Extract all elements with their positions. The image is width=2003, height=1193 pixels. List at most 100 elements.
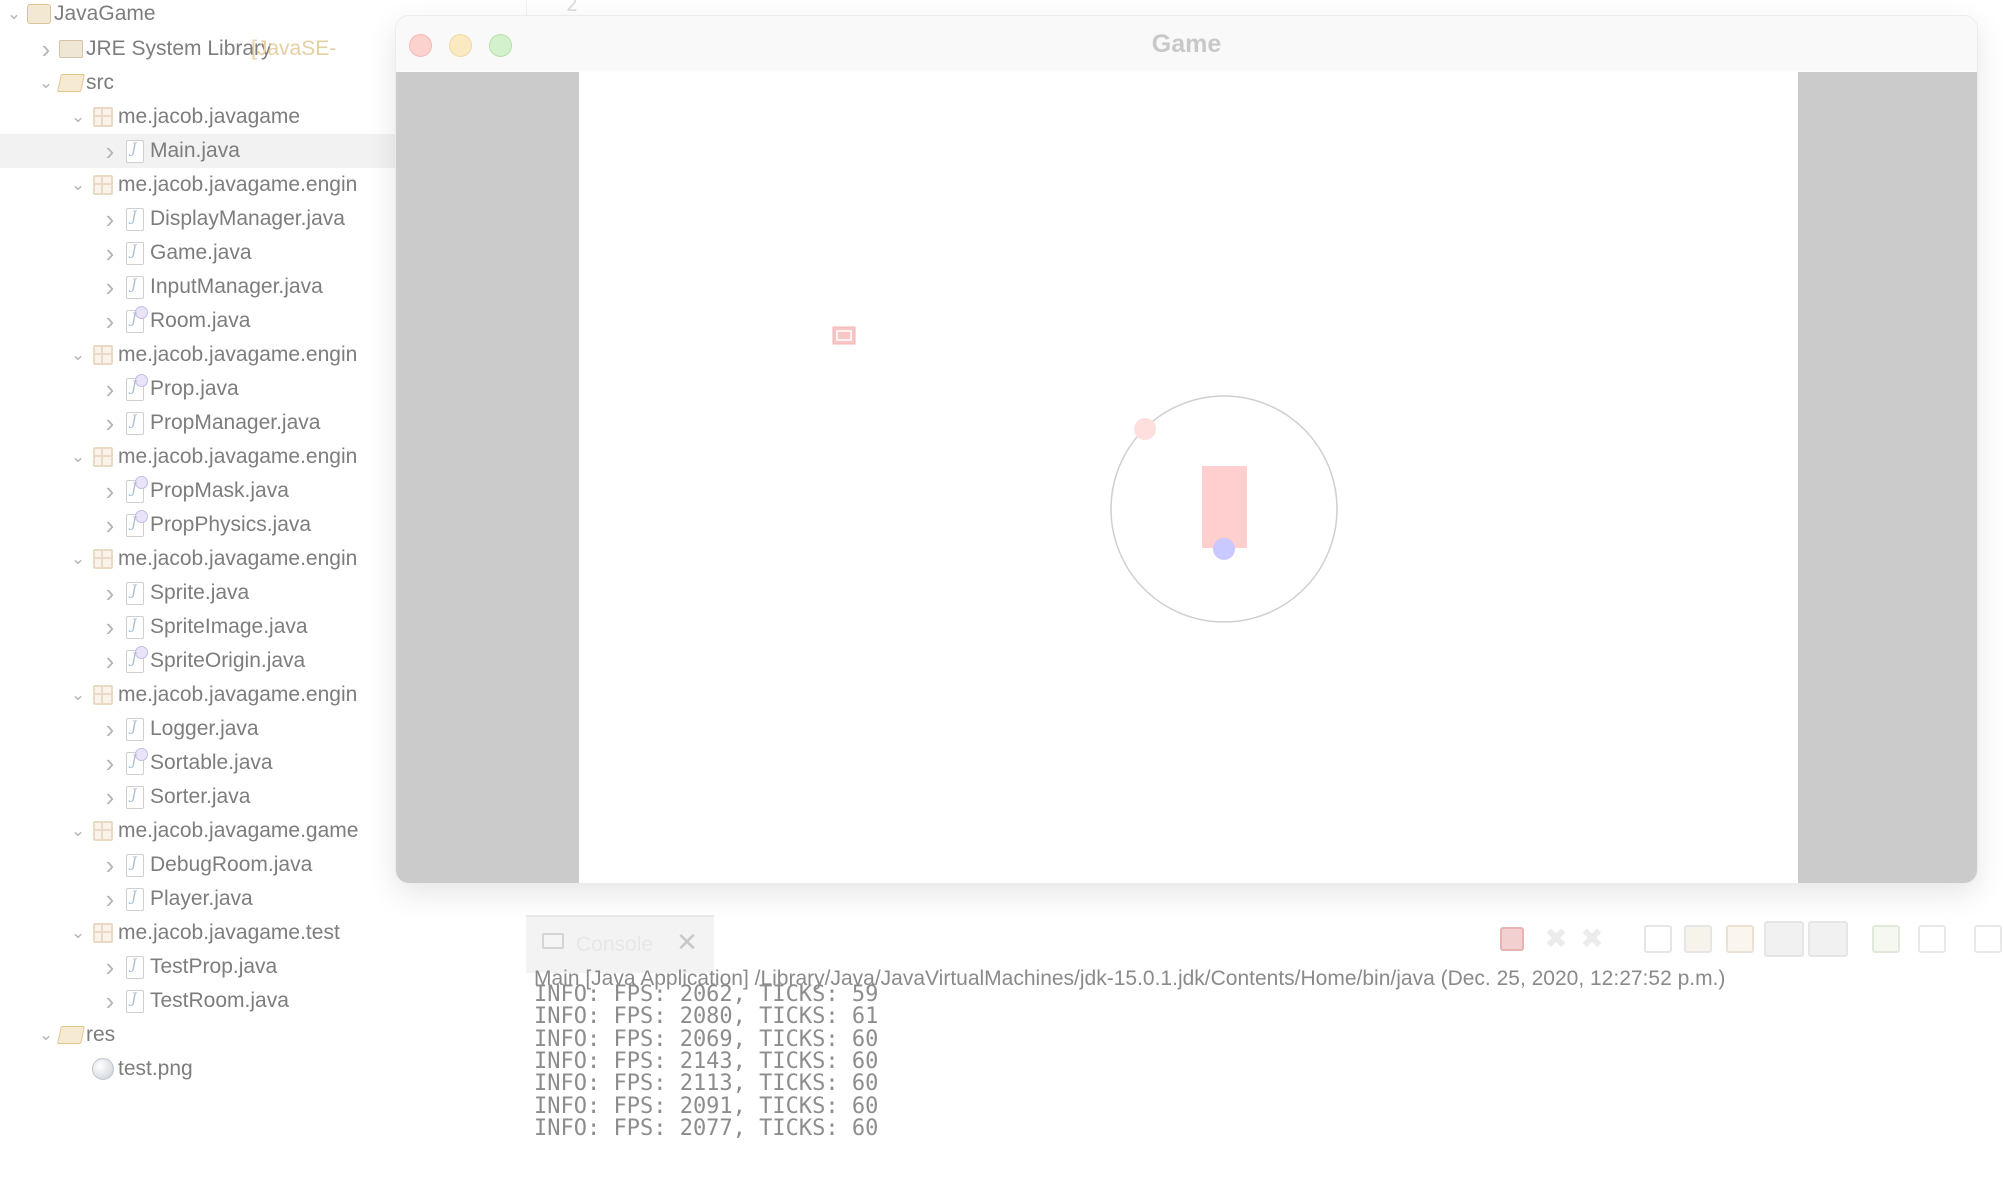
tree-item[interactable]: ⌄ me.jacob.javagame.test bbox=[0, 916, 520, 950]
console-line: INFO: FPS: 2062, TICKS: 59 bbox=[534, 982, 879, 1007]
player-origin-dot bbox=[1213, 538, 1235, 560]
chevron-right-icon[interactable]: › bbox=[100, 238, 120, 268]
tree-item-label: Player.java bbox=[150, 887, 253, 910]
tree-item[interactable]: test.png bbox=[0, 1052, 520, 1086]
pin-console-icon[interactable] bbox=[1872, 925, 1900, 953]
game-canvas[interactable] bbox=[579, 72, 1798, 883]
tree-item[interactable]: ⌄ res bbox=[0, 1018, 520, 1052]
scroll-lock-icon[interactable] bbox=[1684, 925, 1712, 953]
game-letterbox bbox=[396, 72, 1977, 883]
image-file-icon bbox=[90, 1056, 116, 1082]
chevron-right-icon[interactable]: › bbox=[100, 782, 120, 812]
chevron-right-icon[interactable]: › bbox=[100, 374, 120, 404]
tree-item-label: DebugRoom.java bbox=[150, 853, 313, 876]
chevron-right-icon[interactable]: › bbox=[100, 714, 120, 744]
package-icon bbox=[90, 444, 116, 470]
java-file-icon bbox=[122, 988, 148, 1014]
tree-item-label: TestRoom.java bbox=[150, 989, 289, 1012]
tree-item-label: DisplayManager.java bbox=[150, 207, 345, 230]
tree-item-label: res bbox=[86, 1023, 116, 1046]
chevron-right-icon[interactable]: › bbox=[100, 510, 120, 540]
close-icon[interactable]: ✕ bbox=[674, 929, 700, 955]
tree-item[interactable]: › TestRoom.java bbox=[0, 984, 520, 1018]
tree-item-label: me.jacob.javagame.engin bbox=[118, 547, 358, 570]
interface-java-file-icon bbox=[122, 509, 148, 538]
chevron-right-icon[interactable]: › bbox=[100, 748, 120, 778]
window-titlebar[interactable]: Game bbox=[396, 16, 1977, 71]
java-file-icon bbox=[122, 954, 148, 980]
chevron-right-icon[interactable]: › bbox=[100, 646, 120, 676]
chevron-down-icon[interactable]: ⌄ bbox=[36, 1025, 56, 1045]
game-window: Game bbox=[395, 15, 1978, 884]
chevron-right-icon[interactable]: › bbox=[100, 952, 120, 982]
clear-console-icon[interactable] bbox=[1644, 925, 1672, 953]
chevron-down-icon[interactable]: ⌄ bbox=[68, 685, 88, 705]
tree-item-label: JavaGame bbox=[54, 2, 156, 25]
console-view: Console ✕ ✖ ✖ Main [Java Application] /L… bbox=[526, 915, 2003, 1193]
tree-item[interactable]: › Player.java bbox=[0, 882, 520, 916]
chevron-right-icon[interactable]: › bbox=[100, 306, 120, 336]
chevron-down-icon[interactable]: ⌄ bbox=[68, 923, 88, 943]
display-console-icon[interactable] bbox=[1918, 925, 1946, 953]
chevron-right-icon[interactable]: › bbox=[100, 476, 120, 506]
show-on-stderr-icon[interactable] bbox=[1808, 921, 1848, 957]
java-file-icon bbox=[122, 852, 148, 878]
chevron-right-icon[interactable]: › bbox=[100, 272, 120, 302]
chevron-right-icon[interactable]: › bbox=[100, 204, 120, 234]
console-line: INFO: FPS: 2091, TICKS: 60 bbox=[534, 1093, 879, 1119]
tab-console[interactable]: Console ✕ bbox=[526, 915, 714, 973]
chevron-down-icon[interactable]: ⌄ bbox=[4, 4, 24, 24]
source-folder-icon bbox=[57, 70, 85, 96]
java-file-icon bbox=[122, 886, 148, 912]
tree-item-label: me.jacob.javagame.engin bbox=[118, 343, 358, 366]
chevron-down-icon[interactable]: ⌄ bbox=[68, 821, 88, 841]
tree-item-label: InputManager.java bbox=[150, 275, 323, 298]
chevron-down-icon[interactable]: ⌄ bbox=[68, 447, 88, 467]
chevron-right-icon[interactable]: › bbox=[100, 408, 120, 438]
java-file-icon bbox=[122, 784, 148, 810]
remove-all-icon[interactable]: ✖ bbox=[1578, 925, 1606, 953]
terminate-icon[interactable] bbox=[1500, 927, 1524, 951]
new-console-icon[interactable] bbox=[1974, 925, 2002, 953]
chevron-right-icon[interactable]: › bbox=[36, 34, 56, 64]
window-title: Game bbox=[1151, 30, 1222, 58]
tree-item-label: me.jacob.javagame.engin bbox=[118, 173, 358, 196]
tree-item-label: SpriteImage.java bbox=[150, 615, 308, 638]
chevron-down-icon[interactable]: ⌄ bbox=[68, 549, 88, 569]
chevron-down-icon[interactable]: ⌄ bbox=[68, 345, 88, 365]
package-icon bbox=[90, 342, 116, 368]
chevron-right-icon[interactable]: › bbox=[100, 136, 120, 166]
console-icon bbox=[542, 933, 564, 949]
tree-item-label: Sortable.java bbox=[150, 751, 273, 774]
java-file-icon bbox=[122, 240, 148, 266]
package-icon bbox=[90, 682, 116, 708]
remove-launch-icon[interactable]: ✖ bbox=[1542, 925, 1570, 953]
tree-item-label: PropManager.java bbox=[150, 411, 321, 434]
tree-item-label: JRE System Library bbox=[86, 37, 272, 60]
console-line: INFO: FPS: 2113, TICKS: 60 bbox=[534, 1071, 879, 1097]
chevron-right-icon[interactable]: › bbox=[100, 850, 120, 880]
show-on-stdout-icon[interactable] bbox=[1764, 921, 1804, 957]
folder-icon bbox=[57, 1022, 85, 1048]
word-wrap-icon[interactable] bbox=[1726, 925, 1754, 953]
chevron-right-icon[interactable]: › bbox=[100, 884, 120, 914]
chevron-right-icon[interactable]: › bbox=[100, 986, 120, 1016]
tree-item-qualifier: [JavaSE- bbox=[251, 37, 337, 60]
tree-item-label: me.jacob.javagame.engin bbox=[118, 683, 358, 706]
chevron-right-icon[interactable]: › bbox=[100, 578, 120, 608]
package-icon bbox=[90, 920, 116, 946]
editor-line-number: 2 bbox=[566, 0, 579, 16]
orbit-marker bbox=[1134, 418, 1156, 440]
chevron-down-icon[interactable]: ⌄ bbox=[68, 175, 88, 195]
chevron-down-icon[interactable]: ⌄ bbox=[36, 73, 56, 93]
enum-java-file-icon bbox=[122, 645, 148, 674]
tree-item[interactable]: › TestProp.java bbox=[0, 950, 520, 984]
library-icon bbox=[58, 36, 84, 62]
tree-item-label: Game.java bbox=[150, 241, 252, 264]
tree-item-label: Room.java bbox=[150, 309, 251, 332]
chevron-right-icon[interactable]: › bbox=[100, 612, 120, 642]
tree-item-label: SpriteOrigin.java bbox=[150, 649, 306, 672]
chevron-down-icon[interactable]: ⌄ bbox=[68, 107, 88, 127]
java-file-icon bbox=[122, 274, 148, 300]
console-tab-label: Console bbox=[576, 933, 654, 956]
